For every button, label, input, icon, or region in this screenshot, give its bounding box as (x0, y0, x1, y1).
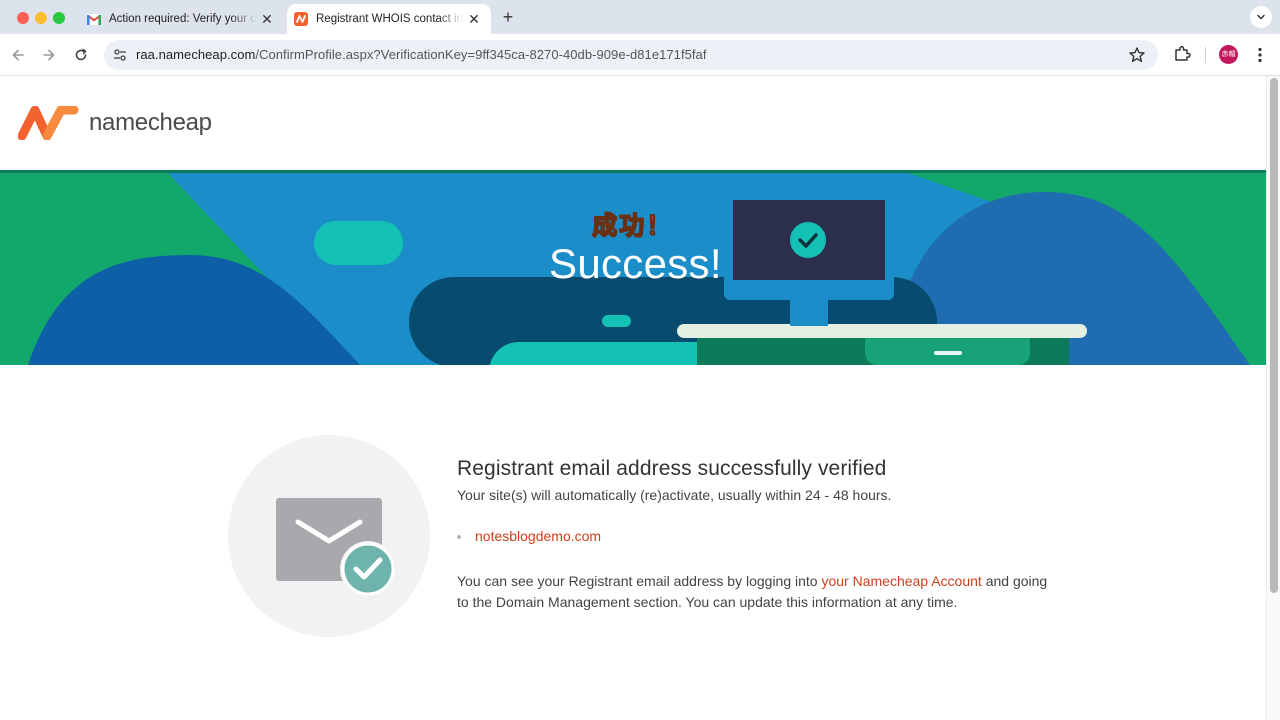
namecheap-logo-icon (18, 106, 79, 140)
page-title: Registrant email address successfully ve… (457, 457, 887, 480)
namecheap-icon (294, 12, 308, 26)
browser-tab-strip: Action required: Verify your contact inf… (0, 0, 1280, 34)
new-tab-button[interactable]: + (498, 7, 518, 27)
browser-toolbar: raa.namecheap.com/ConfirmProfile.aspx?Ve… (0, 34, 1280, 76)
logo-wordmark: namecheap (89, 109, 212, 136)
page-viewport: namecheap 成功！ Success! Registrant email … (0, 76, 1280, 720)
email-verified-illustration (228, 435, 430, 637)
arrow-left-icon (12, 49, 24, 61)
minimize-window-button[interactable] (35, 12, 47, 24)
tab-registrant-whois[interactable]: Registrant WHOIS contact information ✕ (287, 4, 491, 34)
page-scrollbar[interactable] (1266, 76, 1280, 720)
namecheap-logo[interactable]: namecheap (18, 106, 212, 140)
reload-button[interactable] (70, 44, 92, 66)
paragraph-text: You can see your Registrant email addres… (457, 573, 822, 589)
tab-title: Action required: Verify your contact inf… (109, 13, 257, 25)
list-item: notesblogdemo.com (457, 528, 601, 544)
envelope-check-icon (276, 498, 396, 597)
tab-gmail[interactable]: Action required: Verify your contact inf… (80, 4, 284, 34)
extensions-icon[interactable] (1172, 44, 1192, 64)
toolbar-divider (1205, 47, 1206, 63)
maximize-window-button[interactable] (53, 12, 65, 24)
more-menu-icon[interactable] (1250, 45, 1270, 65)
site-info-icon[interactable] (112, 47, 128, 63)
forward-button[interactable] (38, 44, 60, 66)
namecheap-account-link[interactable]: your Namecheap Account (821, 573, 981, 589)
url-path: /ConfirmProfile.aspx?VerificationKey=9ff… (255, 47, 707, 62)
verification-result: Registrant email address successfully ve… (0, 365, 1266, 720)
close-tab-icon[interactable]: ✕ (466, 11, 482, 27)
back-button[interactable] (7, 44, 29, 66)
bullet (457, 534, 461, 539)
scrollbar-thumb[interactable] (1270, 78, 1278, 593)
reload-icon (75, 48, 87, 61)
url-host: raa.namecheap.com (136, 47, 256, 62)
close-window-button[interactable] (17, 12, 29, 24)
tab-title: Registrant WHOIS contact information (316, 13, 464, 25)
chevron-down-icon (1257, 14, 1265, 20)
success-annotation: 成功！ (591, 211, 674, 240)
domain-link[interactable]: notesblogdemo.com (475, 528, 601, 544)
success-banner: 成功！ Success! (0, 170, 1266, 365)
activation-notice: Your site(s) will automatically (re)acti… (457, 487, 892, 503)
success-title: Success! (549, 240, 722, 287)
site-header: namecheap (0, 76, 1266, 170)
tab-search-button[interactable] (1250, 6, 1272, 28)
close-tab-icon[interactable]: ✕ (259, 11, 275, 27)
account-info-paragraph: You can see your Registrant email addres… (457, 571, 1057, 613)
arrow-right-icon (43, 49, 55, 61)
url-text: raa.namecheap.com/ConfirmProfile.aspx?Ve… (136, 47, 707, 62)
address-bar[interactable]: raa.namecheap.com/ConfirmProfile.aspx?Ve… (104, 40, 1158, 70)
bookmark-star-icon[interactable] (1128, 46, 1146, 64)
profile-avatar[interactable]: 赤帽 (1219, 45, 1238, 64)
gmail-icon (87, 12, 101, 26)
